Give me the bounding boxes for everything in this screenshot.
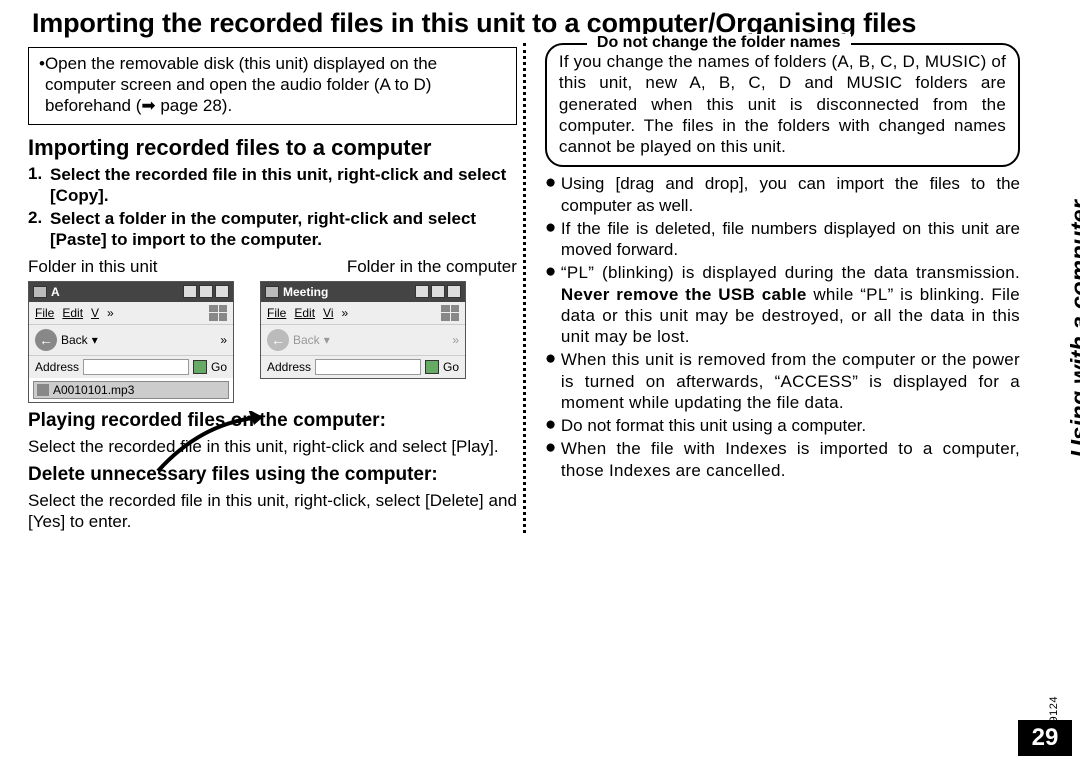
address-input xyxy=(83,359,189,375)
windows-logo-icon xyxy=(441,305,459,321)
back-dropdown-icon: ▾ xyxy=(92,333,98,347)
go-label: Go xyxy=(211,360,227,374)
callout-title: Do not change the folder names xyxy=(587,34,851,52)
menu-file: File xyxy=(267,306,286,320)
heading-play: Playing recorded files on the computer: xyxy=(28,409,517,432)
heading-delete: Delete unnecessary files using the compu… xyxy=(28,463,517,486)
minimize-icon xyxy=(183,285,197,298)
mp3-file-icon xyxy=(37,384,49,396)
callout-body: If you change the names of folders (A, B… xyxy=(559,51,1006,157)
close-icon xyxy=(215,285,229,298)
explorer-address-bar: Address Go xyxy=(261,355,465,378)
explorer-address-bar: Address Go xyxy=(29,355,233,378)
folder-icon xyxy=(265,286,279,298)
windows-logo-icon xyxy=(209,305,227,321)
window-controls xyxy=(415,285,461,298)
step-2: 2. Select a folder in the computer, righ… xyxy=(28,208,517,251)
back-button-icon: ← xyxy=(267,329,289,351)
para-play: Select the recorded file in this unit, r… xyxy=(28,436,517,457)
bullet-item: ●“PL” (blinking) is displayed during the… xyxy=(545,262,1020,347)
explorer-file-list: A0010101.mp3 xyxy=(29,378,233,402)
caption-left: Folder in this unit xyxy=(28,257,157,277)
selected-file: A0010101.mp3 xyxy=(33,381,229,399)
back-dropdown-icon: ▾ xyxy=(324,333,330,347)
menu-view: Vi xyxy=(323,306,333,320)
explorer-title-bar: A xyxy=(29,282,233,302)
menu-more: » xyxy=(107,306,114,320)
address-label: Address xyxy=(35,360,79,374)
maximize-icon xyxy=(199,285,213,298)
two-column-layout: Open the removable disk (this unit) disp… xyxy=(28,43,1020,533)
bullet-item: ●If the file is deleted, file numbers di… xyxy=(545,218,1020,261)
explorer-window-computer: Meeting File Edit Vi » xyxy=(260,281,466,379)
bullet-item: ●Using [drag and drop], you can import t… xyxy=(545,173,1020,216)
step-1-text: Select the recorded file in this unit, r… xyxy=(50,164,517,207)
maximize-icon xyxy=(431,285,445,298)
warning-callout: Do not change the folder names If you ch… xyxy=(545,43,1020,167)
heading-import: Importing recorded files to a computer xyxy=(28,135,517,161)
back-button-icon: ← xyxy=(35,329,57,351)
back-label: Back xyxy=(293,333,320,347)
menu-view: V xyxy=(91,306,99,320)
address-input xyxy=(315,359,421,375)
explorer-toolbar: ← Back ▾ » xyxy=(261,324,465,355)
section-tab-label: Using with a computer xyxy=(1066,200,1080,457)
explorer-windows-row: A File Edit V » xyxy=(28,281,517,403)
window-title-meeting: Meeting xyxy=(283,285,328,299)
bulleted-notes: ●Using [drag and drop], you can import t… xyxy=(545,173,1020,481)
step-1-num: 1. xyxy=(28,164,50,207)
go-button-icon xyxy=(425,360,439,374)
menu-more: » xyxy=(341,306,348,320)
minimize-icon xyxy=(415,285,429,298)
window-title-a: A xyxy=(51,285,60,299)
left-column: Open the removable disk (this unit) disp… xyxy=(28,43,517,533)
explorer-menu-bar: File Edit Vi » xyxy=(261,302,465,324)
explorer-toolbar: ← Back ▾ » xyxy=(29,324,233,355)
back-label: Back xyxy=(61,333,88,347)
explorer-title-bar: Meeting xyxy=(261,282,465,302)
close-icon xyxy=(447,285,461,298)
page-number-badge: 29 xyxy=(1018,720,1072,756)
step-2-text: Select a folder in the computer, right-c… xyxy=(50,208,517,251)
bullet-item: ●Do not format this unit using a compute… xyxy=(545,415,1020,436)
menu-edit: Edit xyxy=(62,306,83,320)
step-1: 1. Select the recorded file in this unit… xyxy=(28,164,517,207)
right-column: Do not change the folder names If you ch… xyxy=(531,43,1020,533)
explorer-menu-bar: File Edit V » xyxy=(29,302,233,324)
bullet-item: ●When the file with Indexes is imported … xyxy=(545,438,1020,481)
explorer-window-unit: A File Edit V » xyxy=(28,281,234,403)
window-captions: Folder in this unit Folder in the comput… xyxy=(28,257,517,277)
toolbar-more: » xyxy=(220,333,227,347)
para-delete: Select the recorded file in this unit, r… xyxy=(28,490,517,533)
menu-file: File xyxy=(35,306,54,320)
go-button-icon xyxy=(193,360,207,374)
window-controls xyxy=(183,285,229,298)
menu-edit: Edit xyxy=(294,306,315,320)
toolbar-more: » xyxy=(452,333,459,347)
folder-icon xyxy=(33,286,47,298)
go-label: Go xyxy=(443,360,459,374)
page-title: Importing the recorded files in this uni… xyxy=(32,8,1020,39)
step-2-num: 2. xyxy=(28,208,50,251)
preparation-note-box: Open the removable disk (this unit) disp… xyxy=(28,47,517,125)
column-divider-dotted xyxy=(523,43,526,533)
bullet-item: ●When this unit is removed from the comp… xyxy=(545,349,1020,413)
note-line: Open the removable disk (this unit) disp… xyxy=(39,54,506,116)
caption-right: Folder in the computer xyxy=(347,257,517,277)
address-label: Address xyxy=(267,360,311,374)
manual-page: Importing the recorded files in this uni… xyxy=(0,0,1080,766)
file-name: A0010101.mp3 xyxy=(53,383,134,397)
